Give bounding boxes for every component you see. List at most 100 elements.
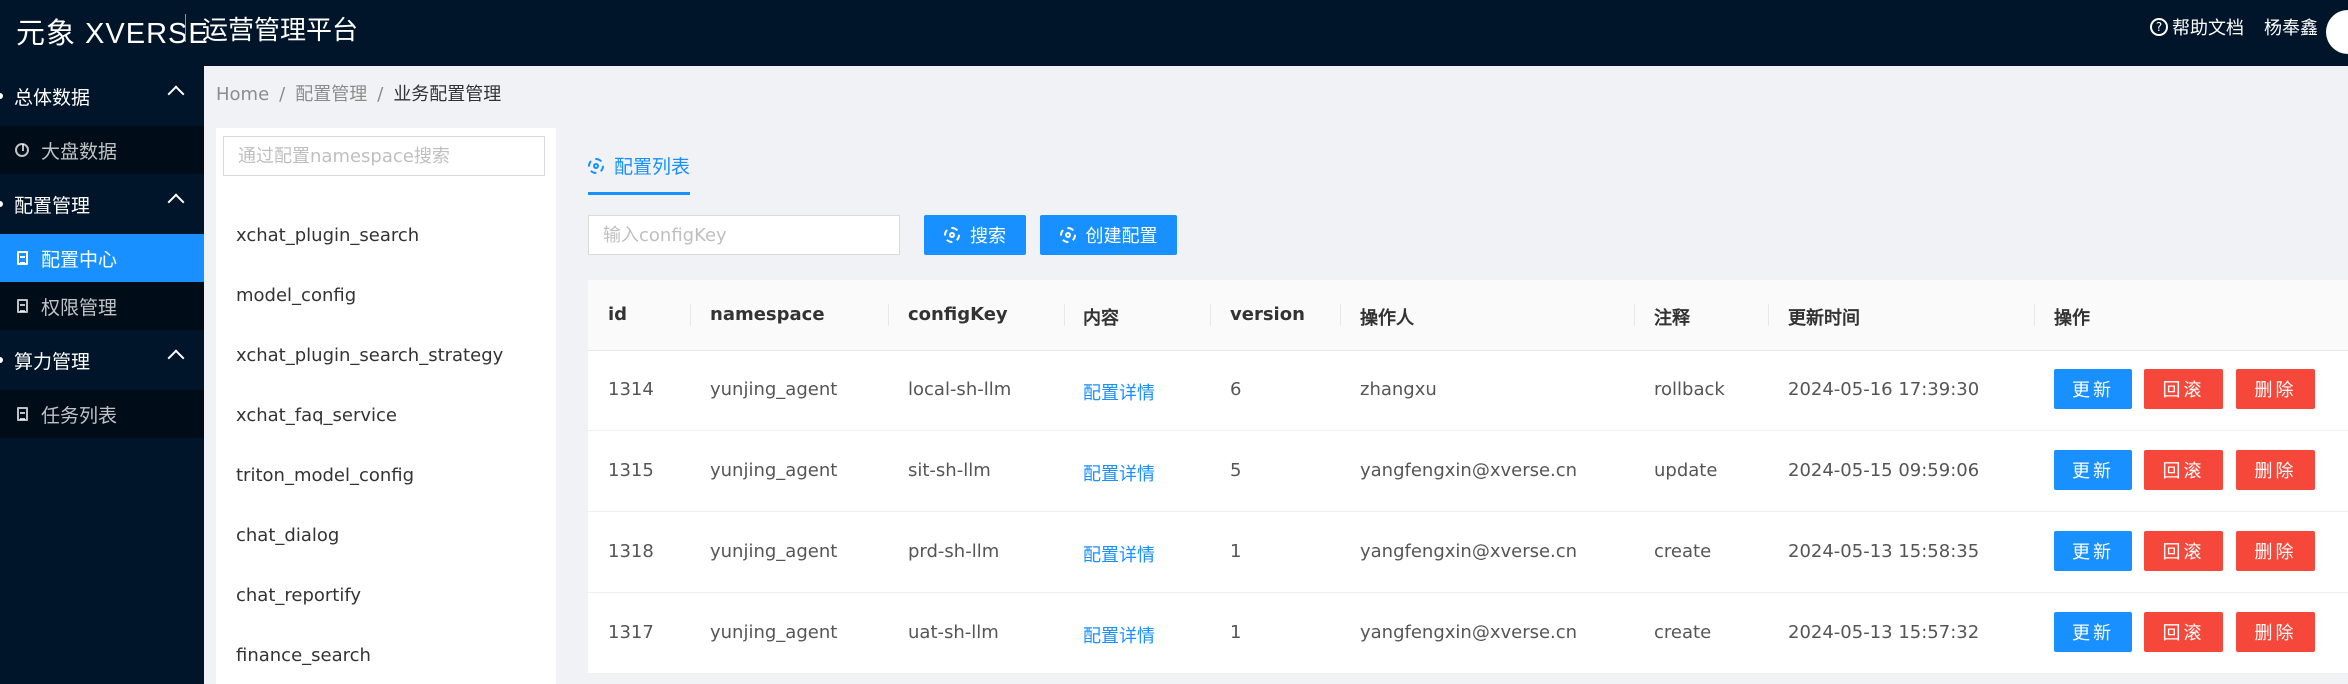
sidebar-group-label: 总体数据 <box>14 86 91 109</box>
cell-namespace: yunjing_agent <box>710 622 838 643</box>
logo-divider <box>185 14 186 42</box>
sidebar-item-label: 任务列表 <box>41 404 118 427</box>
namespace-item[interactable]: finance_search <box>236 645 371 666</box>
gear-icon <box>588 157 604 174</box>
sidebar-group-compute[interactable]: 算力管理 <box>0 330 204 390</box>
file-icon <box>15 298 29 314</box>
file-icon <box>15 406 29 422</box>
cell-version: 1 <box>1230 622 1242 643</box>
chevron-up-icon <box>167 193 185 211</box>
cell-config-key: local-sh-llm <box>908 379 1012 400</box>
namespace-item[interactable]: xchat_plugin_search_strategy <box>236 345 503 366</box>
delete-button[interactable]: 删除 <box>2236 531 2315 571</box>
brand-logo[interactable]: 元象 XVERSE <box>16 10 209 52</box>
sidebar-group-overview[interactable]: 总体数据 <box>0 66 204 126</box>
breadcrumb: Home / 配置管理 / 业务配置管理 <box>216 80 501 106</box>
cell-version: 5 <box>1230 460 1242 481</box>
column-header: 更新时间 <box>1788 308 1860 329</box>
cell-id: 1318 <box>608 541 654 562</box>
tab-label: 配置列表 <box>614 156 691 178</box>
help-docs-label: 帮助文档 <box>2172 18 2244 39</box>
rollback-button[interactable]: 回滚 <box>2144 531 2223 571</box>
column-divider <box>1768 304 1769 326</box>
cell-updated-time: 2024-05-13 15:57:32 <box>1788 622 1980 643</box>
sidebar-item-config-center[interactable]: 配置中心 <box>0 234 204 282</box>
create-button-label: 创建配置 <box>1085 226 1158 247</box>
rollback-button[interactable]: 回滚 <box>2144 369 2223 409</box>
cell-version: 1 <box>1230 541 1242 562</box>
config-detail-link[interactable]: 配置详情 <box>1083 379 1155 405</box>
sidebar-item-label: 大盘数据 <box>41 140 118 163</box>
breadcrumb-config[interactable]: 配置管理 <box>295 84 367 105</box>
tab-config-list[interactable]: 配置列表 <box>588 152 690 179</box>
active-tab-indicator <box>588 192 690 195</box>
cell-id: 1314 <box>608 379 654 400</box>
delete-button[interactable]: 删除 <box>2236 369 2315 409</box>
column-header: 操作人 <box>1360 308 1414 329</box>
update-button[interactable]: 更新 <box>2054 450 2132 490</box>
search-button[interactable]: 搜索 <box>924 215 1026 255</box>
cell-id: 1317 <box>608 622 654 643</box>
cell-operator: zhangxu <box>1360 379 1437 400</box>
column-divider <box>2034 304 2035 326</box>
rollback-button[interactable]: 回滚 <box>2144 450 2223 490</box>
cell-note: create <box>1654 622 1712 643</box>
tab-bar: 配置列表 <box>588 140 2348 196</box>
column-header: version <box>1230 304 1305 325</box>
update-button[interactable]: 更新 <box>2054 612 2132 652</box>
cell-namespace: yunjing_agent <box>710 379 838 400</box>
namespace-item[interactable]: triton_model_config <box>236 465 414 486</box>
breadcrumb-home[interactable]: Home <box>216 84 269 105</box>
table-row: 1314 yunjing_agent local-sh-llm 配置详情 6 z… <box>588 350 2348 431</box>
namespace-item[interactable]: model_config <box>236 285 356 306</box>
table-row: 1315 yunjing_agent sit-sh-llm 配置详情 5 yan… <box>588 431 2348 512</box>
bullet-icon <box>0 357 3 363</box>
namespace-item[interactable]: chat_reportify <box>236 585 361 606</box>
namespace-search-input[interactable] <box>223 136 545 176</box>
sidebar-group-label: 算力管理 <box>14 350 91 373</box>
sidebar-group-config[interactable]: 配置管理 <box>0 174 204 234</box>
breadcrumb-separator: / <box>279 84 286 105</box>
sidebar-item-label: 配置中心 <box>41 248 118 271</box>
update-button[interactable]: 更新 <box>2054 531 2132 571</box>
avatar[interactable] <box>2326 10 2348 54</box>
sidebar-item-task-list[interactable]: 任务列表 <box>0 390 204 438</box>
cell-operator: yangfengxin@xverse.cn <box>1360 541 1578 562</box>
update-button[interactable]: 更新 <box>2054 369 2132 409</box>
sidebar-item-permissions[interactable]: 权限管理 <box>0 282 204 330</box>
breadcrumb-current: 业务配置管理 <box>393 84 502 105</box>
column-divider <box>888 304 889 326</box>
column-divider <box>1340 304 1341 326</box>
bullet-icon <box>0 201 3 207</box>
breadcrumb-separator: / <box>377 84 384 105</box>
namespace-item[interactable]: chat_dialog <box>236 525 339 546</box>
config-key-input[interactable] <box>588 215 900 255</box>
column-divider <box>690 304 691 326</box>
cell-operator: yangfengxin@xverse.cn <box>1360 622 1578 643</box>
namespace-item[interactable]: xchat_faq_service <box>236 405 397 426</box>
column-header: 内容 <box>1083 308 1119 329</box>
help-docs-link[interactable]: ? 帮助文档 <box>2150 14 2244 40</box>
delete-button[interactable]: 删除 <box>2236 450 2315 490</box>
cell-config-key: sit-sh-llm <box>908 460 991 481</box>
bullet-icon <box>0 93 3 99</box>
config-detail-link[interactable]: 配置详情 <box>1083 622 1155 648</box>
namespace-item[interactable]: xchat_plugin_search <box>236 225 419 246</box>
delete-button[interactable]: 删除 <box>2236 612 2315 652</box>
cell-updated-time: 2024-05-13 15:58:35 <box>1788 541 1980 562</box>
cell-namespace: yunjing_agent <box>710 460 838 481</box>
sidebar-item-dashboard[interactable]: 大盘数据 <box>0 126 204 174</box>
table-header: id namespace configKey 内容 version 操作人 注释… <box>588 280 2348 351</box>
cell-id: 1315 <box>608 460 654 481</box>
config-detail-link[interactable]: 配置详情 <box>1083 541 1155 567</box>
create-config-button[interactable]: 创建配置 <box>1040 215 1177 255</box>
rollback-button[interactable]: 回滚 <box>2144 612 2223 652</box>
cell-config-key: prd-sh-llm <box>908 541 1000 562</box>
table-row: 1318 yunjing_agent prd-sh-llm 配置详情 1 yan… <box>588 512 2348 593</box>
table-row: 1317 yunjing_agent uat-sh-llm 配置详情 1 yan… <box>588 593 2348 674</box>
user-name[interactable]: 杨奉鑫 <box>2264 14 2318 40</box>
column-header: 注释 <box>1654 308 1690 329</box>
question-circle-icon: ? <box>2150 18 2168 36</box>
column-divider <box>1634 304 1635 326</box>
config-detail-link[interactable]: 配置详情 <box>1083 460 1155 486</box>
